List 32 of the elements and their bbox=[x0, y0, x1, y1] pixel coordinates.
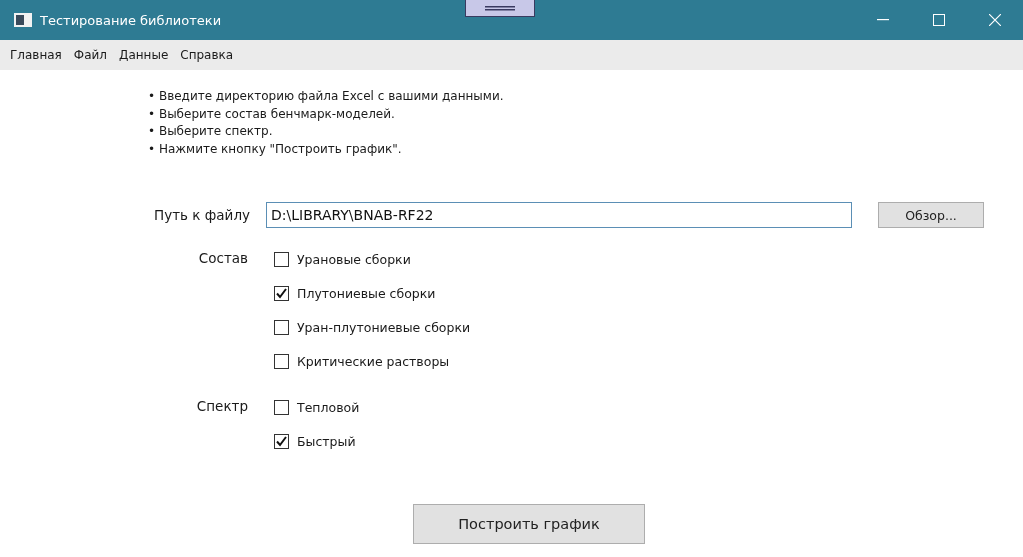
grip-icon[interactable] bbox=[465, 0, 535, 17]
option-label[interactable]: Тепловой bbox=[274, 390, 1023, 424]
close-icon bbox=[989, 14, 1001, 26]
checkbox[interactable] bbox=[274, 433, 289, 449]
path-field[interactable]: D:\LIBRARY\BNAB-RF22 bbox=[266, 202, 852, 228]
browse-button[interactable]: Обзор... bbox=[878, 202, 984, 228]
group-label: Состав bbox=[197, 249, 249, 268]
checkbox[interactable] bbox=[274, 399, 289, 415]
window-icon bbox=[14, 13, 32, 27]
window-title: Тестирование библиотеки bbox=[40, 12, 222, 28]
checkbox[interactable] bbox=[274, 251, 289, 267]
menu-item[interactable]: Главная bbox=[6, 46, 66, 64]
option-label[interactable]: Критические растворы bbox=[274, 344, 1023, 378]
group-label: Спектр bbox=[195, 397, 249, 416]
instruction-text: • Нажмите кнопку "Построить график". bbox=[148, 140, 403, 158]
menu-item[interactable]: Справка bbox=[176, 46, 238, 64]
checkbox[interactable] bbox=[274, 353, 289, 369]
checkbox[interactable] bbox=[274, 319, 289, 335]
minimize-icon bbox=[877, 19, 889, 21]
menu-item[interactable]: Файл bbox=[69, 46, 111, 64]
maximize-icon bbox=[933, 14, 945, 26]
option-label[interactable]: Плутониевые сборки bbox=[274, 276, 1023, 310]
instruction-text: • Выберите спектр. bbox=[148, 123, 274, 140]
option-label[interactable]: Уран-плутониевые сборки bbox=[274, 310, 1023, 344]
option-label[interactable]: Быстрый bbox=[274, 424, 1023, 458]
option-label[interactable]: Урановые сборки bbox=[274, 242, 1023, 276]
menu-item[interactable]: Данные bbox=[115, 46, 173, 64]
instruction-text: • Введите директорию файла Excel с вашими данными. bbox=[148, 88, 505, 105]
instruction-text: • Выберите состав бенчмарк-моделей. bbox=[148, 105, 396, 123]
checkbox[interactable] bbox=[274, 285, 289, 301]
path-label: Путь к файлу bbox=[153, 207, 250, 223]
build-chart-button[interactable]: Построить график bbox=[413, 504, 645, 544]
